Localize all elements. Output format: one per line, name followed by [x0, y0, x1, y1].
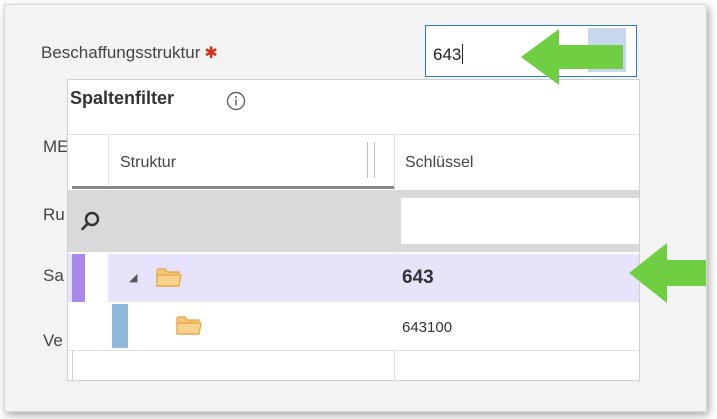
field-label-text: Beschaffungsstruktur [41, 43, 201, 62]
schluessel-filter-input[interactable] [401, 198, 639, 244]
background-label-me: ME [43, 137, 69, 156]
header-divider [68, 134, 639, 135]
arrow-left-icon [521, 29, 623, 85]
row-key: 643100 [402, 319, 453, 336]
background-label-ve: Ve [43, 331, 63, 350]
search-icon[interactable] [80, 210, 102, 232]
info-icon[interactable] [226, 91, 246, 111]
arrow-left-icon [629, 243, 706, 303]
column-header-struktur[interactable]: Struktur [120, 154, 176, 172]
expand-triangle-icon[interactable]: ◢ [129, 271, 137, 284]
column-header-schluessel[interactable]: Schlüssel [405, 154, 473, 172]
table-row-selected[interactable]: ◢ 643 [68, 254, 639, 302]
row-key: 643 [402, 267, 434, 288]
scroll-guide [72, 350, 73, 380]
column-sort-indicator [72, 186, 394, 189]
spaltenfilter-popup: Spaltenfilter Struktur Schlüssel ◢ 643 6… [67, 79, 640, 381]
column-resize-handle[interactable] [367, 142, 375, 178]
selection-marker [72, 254, 85, 302]
background-label-ru: Ru [43, 205, 65, 224]
row-level-marker [112, 304, 128, 348]
folder-icon [176, 316, 202, 335]
text-caret [462, 44, 464, 64]
field-label-beschaffungsstruktur: Beschaffungsstruktur ✱ [41, 43, 218, 63]
filter-row [68, 190, 639, 252]
folder-icon [156, 268, 182, 287]
screenshot-frame: Beschaffungsstruktur ✱ 643 ME Ru Sa Ve Sp… [4, 4, 707, 412]
input-value: 643 [433, 45, 462, 64]
row-gutter [85, 254, 108, 302]
column-divider [108, 135, 109, 185]
table-row[interactable]: 643100 [68, 302, 639, 351]
required-icon: ✱ [204, 45, 218, 62]
popup-title: Spaltenfilter [70, 88, 175, 108]
background-label-sa: Sa [43, 266, 64, 285]
